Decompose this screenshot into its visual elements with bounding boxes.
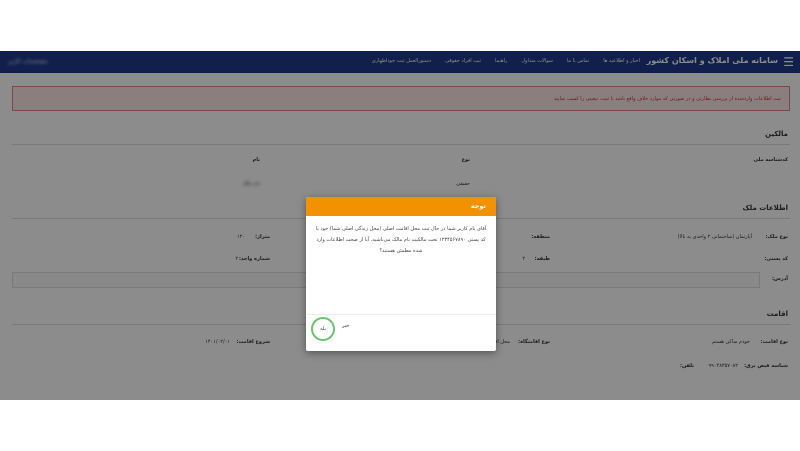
app-viewport: ☰ سامانه ملی املاک و اسکان کشور اخبار و … [0,51,800,400]
no-button[interactable]: خیر [342,323,349,329]
yes-button[interactable]: بله [311,317,335,341]
dialog-message: آقای نام کاربر شما در حال ثبت محل اقامت … [315,226,487,254]
dialog-title: توجه [306,197,496,216]
confirm-dialog: توجه آقای نام کاربر شما در حال ثبت محل ا… [306,197,496,351]
dialog-footer: خیر بله [306,314,496,351]
